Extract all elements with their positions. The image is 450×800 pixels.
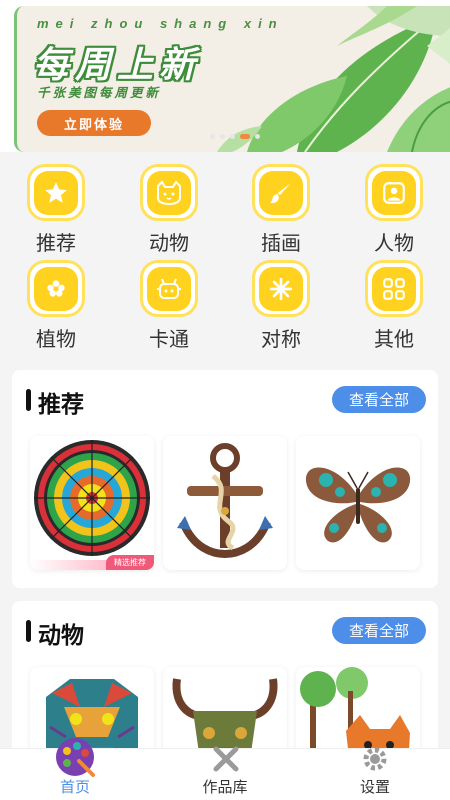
star-icon: [34, 170, 78, 215]
banner-title: 每周上新: [33, 44, 202, 85]
section-recommend: 推荐 查看全部 精选推荐: [12, 370, 438, 588]
bottom-navigation: 首页 作品库 设置: [0, 738, 450, 800]
nav-home[interactable]: 首页: [0, 738, 150, 800]
mandala-image: [34, 440, 150, 556]
category-symmetry[interactable]: 对称: [236, 260, 326, 352]
category-icon-frame: [27, 164, 85, 221]
category-label: 对称: [261, 329, 301, 351]
banner-description: 千张美图每周更新: [37, 86, 162, 100]
section-title: 推荐: [38, 391, 84, 417]
flower-icon: [34, 266, 78, 311]
grid-icon: [372, 266, 416, 311]
cat-icon: [147, 170, 191, 215]
carousel-dot[interactable]: [255, 134, 260, 139]
section-title-bar: [26, 620, 31, 642]
view-all-button[interactable]: 查看全部: [332, 386, 426, 413]
category-illustration[interactable]: 插画: [236, 164, 326, 256]
category-label: 其他: [374, 329, 414, 351]
category-plant[interactable]: 植物: [11, 260, 101, 352]
gear-icon: [363, 747, 387, 771]
butterfly-image: [305, 467, 411, 543]
view-all-button[interactable]: 查看全部: [332, 617, 426, 644]
try-now-button[interactable]: 立即体验: [37, 110, 151, 136]
category-icon-frame: [252, 164, 310, 221]
category-other[interactable]: 其他: [349, 260, 439, 352]
artwork-card-butterfly[interactable]: [296, 436, 420, 570]
carousel-indicator: [210, 134, 260, 139]
carousel-dot[interactable]: [210, 134, 215, 139]
category-icon-frame: [27, 260, 85, 317]
category-label: 人物: [374, 233, 414, 255]
category-cartoon[interactable]: 卡通: [124, 260, 214, 352]
category-label: 植物: [36, 329, 76, 351]
banner-subtitle-pinyin: mei zhou shang xin: [37, 16, 284, 31]
category-recommend[interactable]: 推荐: [11, 164, 101, 256]
category-animal[interactable]: 动物: [124, 164, 214, 256]
symmetry-icon: [259, 266, 303, 311]
nav-label: 作品库: [202, 779, 248, 796]
nav-label: 设置: [359, 779, 390, 796]
banner[interactable]: mei zhou shang xin 每周上新 千张美图每周更新 立即体验: [0, 0, 450, 152]
section-title: 动物: [38, 622, 84, 648]
nav-gallery[interactable]: 作品库: [150, 746, 300, 800]
carousel-dot[interactable]: [230, 134, 235, 139]
fox-image: [300, 667, 410, 761]
artwork-card-anchor[interactable]: [163, 436, 287, 570]
artwork-card-fox[interactable]: [296, 667, 420, 761]
artwork-card-mandala[interactable]: 精选推荐: [30, 436, 154, 570]
category-label: 卡通: [149, 329, 189, 351]
nav-settings[interactable]: 设置: [300, 747, 450, 800]
category-label: 推荐: [36, 233, 76, 255]
banner-card[interactable]: mei zhou shang xin 每周上新 千张美图每周更新 立即体验: [14, 6, 450, 152]
category-grid: 推荐 动物 插画 人物 植物 卡通 对称 其他: [0, 160, 450, 354]
tools-icon: [213, 746, 239, 772]
category-icon-frame: [365, 260, 423, 317]
anchor-image: [177, 443, 273, 559]
carousel-dot[interactable]: [220, 134, 225, 139]
category-icon-frame: [252, 260, 310, 317]
featured-tag: 精选推荐: [106, 555, 154, 570]
palette-icon: [56, 738, 95, 777]
category-icon-frame: [365, 164, 423, 221]
person-icon: [372, 170, 416, 215]
brush-icon: [259, 170, 303, 215]
category-icon-frame: [140, 164, 198, 221]
category-icon-frame: [140, 260, 198, 317]
section-title-bar: [26, 389, 31, 411]
category-label: 插画: [261, 233, 301, 255]
category-label: 动物: [149, 233, 189, 255]
nav-label: 首页: [59, 779, 90, 796]
robot-icon: [147, 266, 191, 311]
carousel-dot-active[interactable]: [240, 134, 250, 139]
category-people[interactable]: 人物: [349, 164, 439, 256]
